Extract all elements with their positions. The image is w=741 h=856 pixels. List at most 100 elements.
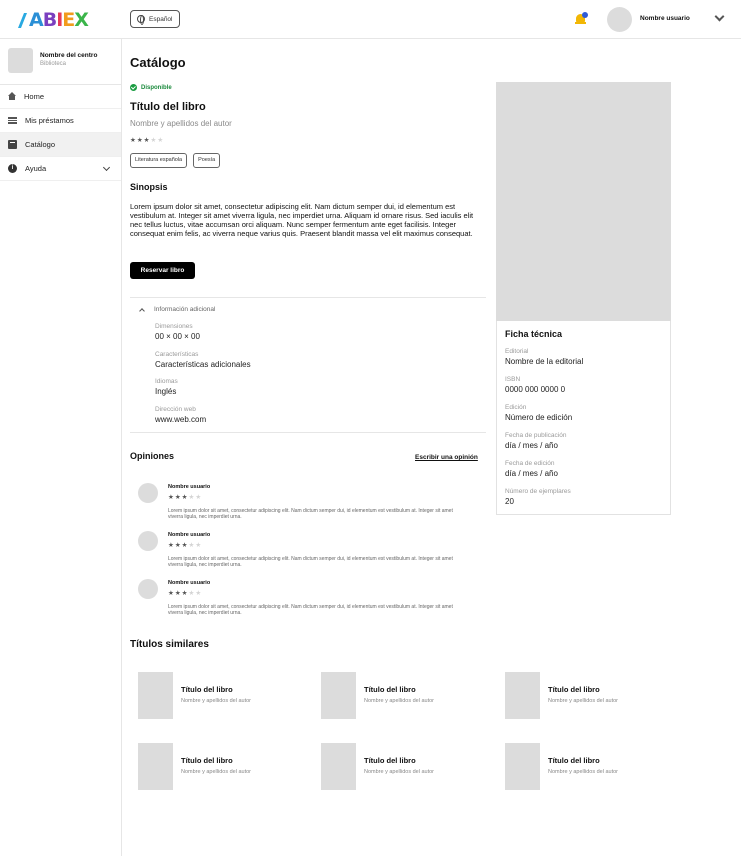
star-filled-icon: ★ bbox=[168, 542, 175, 549]
sidebar-item-mis-prestamos[interactable]: Mis préstamos bbox=[0, 109, 121, 133]
notification-dot bbox=[582, 12, 588, 18]
star-filled-icon: ★ bbox=[174, 494, 182, 501]
tag-list: Literatura española Poesía bbox=[130, 153, 221, 168]
review-text: Lorem ipsum dolor sit amet, consectetur … bbox=[168, 604, 453, 616]
similar-book-title[interactable]: Título del libro bbox=[364, 685, 416, 694]
additional-info-toggle[interactable]: Información adicional bbox=[139, 306, 216, 314]
star-empty-icon: ★ bbox=[195, 590, 203, 597]
similar-book-title[interactable]: Título del libro bbox=[364, 756, 416, 765]
similar-book-title[interactable]: Título del libro bbox=[548, 756, 600, 765]
book-icon bbox=[8, 140, 17, 149]
similar-book-cover[interactable] bbox=[321, 743, 356, 790]
reviewer-name: Nombre usuario bbox=[168, 580, 211, 586]
reviewer-avatar bbox=[138, 579, 158, 599]
abiex-logo[interactable]: ABIEX bbox=[18, 7, 89, 33]
star-empty-icon: ★ bbox=[195, 494, 203, 501]
similar-titles-heading: Títulos similares bbox=[130, 639, 209, 650]
chevron-up-icon bbox=[139, 308, 145, 314]
user-name[interactable]: Nombre usuario bbox=[640, 15, 690, 22]
star-empty-icon: ★ bbox=[195, 542, 203, 549]
book-cover-image bbox=[496, 82, 671, 321]
reserve-button[interactable]: Reservar libro bbox=[130, 262, 195, 279]
sidebar-item-catalogo[interactable]: Catálogo bbox=[0, 133, 121, 157]
star-filled-icon: ★ bbox=[168, 494, 175, 501]
status-badge: Disponible bbox=[130, 84, 172, 91]
stack-icon bbox=[8, 117, 17, 124]
technical-sheet-title: Ficha técnica bbox=[505, 329, 563, 339]
field-label: Dirección web bbox=[155, 406, 196, 413]
additional-info-title: Información adicional bbox=[154, 306, 216, 313]
star-filled-icon: ★ bbox=[174, 590, 182, 597]
language-label: Español bbox=[149, 15, 173, 23]
sheet-field-value: 20 bbox=[505, 497, 514, 506]
center-type: Biblioteca bbox=[40, 61, 67, 67]
synopsis-heading: Sinopsis bbox=[130, 182, 168, 192]
review-text: Lorem ipsum dolor sit amet, consectetur … bbox=[168, 508, 453, 520]
reviewer-avatar bbox=[138, 531, 158, 551]
technical-sheet: Ficha técnica Editorial Nombre de la edi… bbox=[496, 321, 671, 515]
sidebar-item-ayuda[interactable]: i Ayuda bbox=[0, 157, 121, 181]
star-filled-icon: ★ bbox=[136, 137, 144, 144]
similar-book-title[interactable]: Título del libro bbox=[548, 685, 600, 694]
tag[interactable]: Literatura española bbox=[130, 153, 188, 168]
sheet-field-label: Edición bbox=[505, 404, 527, 411]
book-author: Nombre y apellidos del autor bbox=[130, 119, 232, 128]
center-name: Nombre del centro bbox=[40, 52, 98, 59]
tag[interactable]: Poesía bbox=[193, 153, 221, 168]
synopsis-text: Lorem ipsum dolor sit amet, consectetur … bbox=[130, 202, 474, 238]
chevron-down-icon[interactable] bbox=[102, 163, 111, 172]
similar-book-cover[interactable] bbox=[138, 743, 173, 790]
reviewer-avatar bbox=[138, 483, 158, 503]
home-icon bbox=[8, 91, 16, 100]
similar-book-author: Nombre y apellidos del autor bbox=[364, 698, 435, 704]
field-value: Inglés bbox=[155, 387, 177, 396]
user-menu-chevron-down-icon[interactable] bbox=[714, 11, 725, 22]
divider bbox=[130, 432, 486, 433]
reviewer-name: Nombre usuario bbox=[168, 532, 211, 538]
similar-book-author: Nombre y apellidos del autor bbox=[548, 769, 619, 775]
sheet-field-label: Editorial bbox=[505, 348, 529, 355]
similar-book-cover[interactable] bbox=[138, 672, 173, 719]
similar-book-author: Nombre y apellidos del autor bbox=[181, 698, 252, 704]
sheet-field-label: Fecha de edición bbox=[505, 460, 555, 467]
star-filled-icon: ★ bbox=[174, 542, 182, 549]
sheet-field-value: Número de edición bbox=[505, 413, 573, 422]
similar-book-cover[interactable] bbox=[505, 672, 540, 719]
field-value: Características adicionales bbox=[155, 360, 251, 369]
review-text: Lorem ipsum dolor sit amet, consectetur … bbox=[168, 556, 453, 568]
similar-book-title[interactable]: Título del libro bbox=[181, 756, 233, 765]
sheet-field-value: día / mes / año bbox=[505, 441, 558, 450]
page-title: Catálogo bbox=[130, 55, 186, 70]
similar-book-author: Nombre y apellidos del autor bbox=[364, 769, 435, 775]
sheet-field-value: Nombre de la editorial bbox=[505, 357, 584, 366]
similar-book-cover[interactable] bbox=[321, 672, 356, 719]
sidebar-item-label: Mis préstamos bbox=[25, 116, 74, 125]
language-selector[interactable]: Español bbox=[130, 10, 180, 28]
sidebar-item-label: Catálogo bbox=[25, 140, 56, 149]
book-title: Título del libro bbox=[130, 101, 206, 113]
status-label: Disponible bbox=[141, 84, 172, 91]
sidebar-item-label: Ayuda bbox=[25, 164, 47, 173]
sidebar-item-home[interactable]: Home bbox=[0, 85, 121, 109]
notifications-bell-icon[interactable] bbox=[575, 12, 588, 26]
field-label: Características bbox=[155, 351, 199, 358]
similar-book-author: Nombre y apellidos del autor bbox=[181, 769, 252, 775]
sheet-field-value: 0000 000 0000 0 bbox=[505, 385, 566, 394]
similar-book-author: Nombre y apellidos del autor bbox=[548, 698, 619, 704]
star-empty-icon: ★ bbox=[157, 137, 165, 144]
reviewer-name: Nombre usuario bbox=[168, 484, 211, 490]
sheet-field-label: Número de ejemplares bbox=[505, 488, 571, 495]
divider bbox=[130, 297, 486, 298]
user-avatar[interactable] bbox=[607, 7, 632, 32]
similar-book-title[interactable]: Título del libro bbox=[181, 685, 233, 694]
sheet-field-label: ISBN bbox=[505, 376, 521, 383]
review-rating: ★★★★★ bbox=[168, 589, 202, 597]
field-value[interactable]: www.web.com bbox=[155, 415, 206, 424]
sheet-field-label: Fecha de publicación bbox=[505, 432, 567, 439]
sidebar-item-label: Home bbox=[24, 92, 45, 101]
center-avatar bbox=[8, 48, 33, 73]
write-review-link[interactable]: Escribir una opinión bbox=[415, 454, 478, 461]
check-circle-icon bbox=[130, 84, 137, 91]
similar-book-cover[interactable] bbox=[505, 743, 540, 790]
reviews-heading: Opiniones bbox=[130, 451, 175, 461]
